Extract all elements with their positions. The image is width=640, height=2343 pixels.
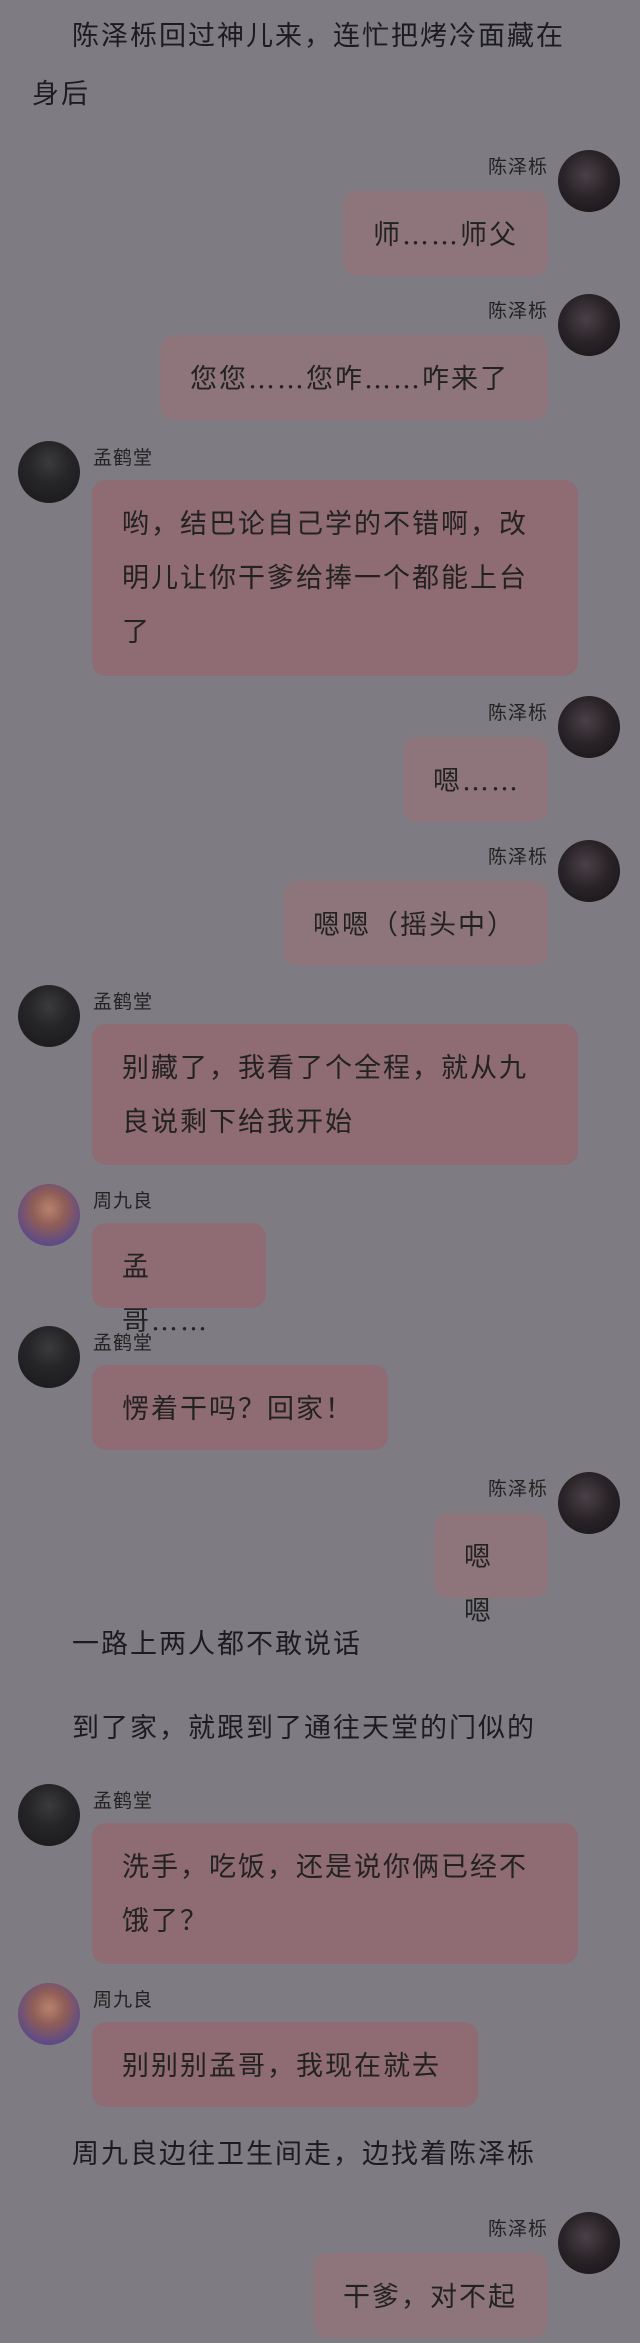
message-text: 愣着干吗？回家！ [122, 1394, 354, 1425]
message-text: 哟，结巴论自己学的不错啊，改 [122, 509, 528, 540]
avatar-chen[interactable] [558, 294, 620, 356]
avatar-zhou[interactable] [18, 1983, 80, 2045]
chat-bubble: 洗手，吃饭，还是说你俩已经不 饿了？ [92, 1823, 578, 1964]
narration-paragraph: 周九良边往卫生间走，边找着陈泽栎 [0, 2126, 640, 2184]
avatar-meng[interactable] [18, 1784, 80, 1846]
message-text: 别别别孟哥，我现在就去 [122, 2051, 441, 2082]
chat-bubble: 您您……您咋……咋来了 [160, 335, 548, 420]
message-text: 明儿让你干爹给捧一个都能上台 [122, 563, 528, 594]
chat-bubble: 师……师父 [343, 191, 548, 276]
avatar-meng[interactable] [18, 1326, 80, 1388]
narration-line: 一路上两人都不敢说话 [72, 1629, 362, 1660]
avatar-meng[interactable] [18, 985, 80, 1047]
narration-line: 周九良边往卫生间走，边找着陈泽栎 [72, 2139, 536, 2170]
sender-name: 陈泽栎 [487, 1478, 548, 1500]
sender-name: 孟鹤堂 [93, 1332, 154, 1354]
chat-bubble: 嗯嗯 [434, 1513, 548, 1627]
chat-bubble: 干爹，对不起 [313, 2253, 548, 2338]
avatar-zhou[interactable] [18, 1184, 80, 1246]
sender-name: 陈泽栎 [487, 156, 548, 178]
narration-line: 陈泽栎回过神儿来，连忙把烤冷面藏在 [72, 21, 565, 52]
message-text: 良说剩下给我开始 [122, 1107, 354, 1138]
narration-paragraph: 到了家，就跟到了通往天堂的门似的 [0, 1700, 640, 1758]
message-text: 干爹，对不起 [343, 2282, 517, 2313]
avatar-chen[interactable] [558, 1472, 620, 1534]
narration-paragraph: 陈泽栎回过神儿来，连忙把烤冷面藏在 身后 [0, 8, 640, 124]
message-text: 嗯嗯（摇头中） [313, 910, 516, 941]
chat-bubble: 愣着干吗？回家！ [92, 1365, 388, 1450]
chat-bubble: 孟哥…… [92, 1223, 266, 1337]
message-text: 您您……您咋……咋来了 [190, 364, 509, 395]
sender-name: 周九良 [93, 1989, 154, 2011]
avatar-chen[interactable] [558, 150, 620, 212]
narration-line: 身后 [32, 79, 90, 110]
narration-paragraph: 一路上两人都不敢说话 [0, 1616, 640, 1674]
message-text: 师……师父 [373, 220, 518, 251]
chat-bubble: 嗯嗯（摇头中） [283, 881, 548, 966]
message-text: 了 [122, 617, 151, 648]
avatar-meng[interactable] [18, 441, 80, 503]
message-text: 嗯…… [433, 766, 520, 797]
sender-name: 孟鹤堂 [93, 447, 154, 469]
avatar-chen[interactable] [558, 2212, 620, 2274]
avatar-chen[interactable] [558, 696, 620, 758]
message-text: 饿了？ [122, 1906, 209, 1937]
sender-name: 孟鹤堂 [93, 991, 154, 1013]
sender-name: 陈泽栎 [487, 2218, 548, 2240]
sender-name: 陈泽栎 [487, 300, 548, 322]
narration-line: 到了家，就跟到了通往天堂的门似的 [72, 1713, 536, 1744]
avatar-chen[interactable] [558, 840, 620, 902]
message-text: 别藏了，我看了个全程，就从九 [122, 1053, 528, 1084]
chat-bubble: 别藏了，我看了个全程，就从九 良说剩下给我开始 [92, 1024, 578, 1165]
chat-bubble: 别别别孟哥，我现在就去 [92, 2022, 478, 2107]
chat-bubble: 哟，结巴论自己学的不错啊，改 明儿让你干爹给捧一个都能上台 了 [92, 480, 578, 676]
sender-name: 孟鹤堂 [93, 1790, 154, 1812]
sender-name: 陈泽栎 [487, 846, 548, 868]
message-text: 洗手，吃饭，还是说你俩已经不 [122, 1852, 528, 1883]
chat-bubble: 嗯…… [403, 737, 548, 822]
sender-name: 陈泽栎 [487, 702, 548, 724]
sender-name: 周九良 [93, 1190, 154, 1212]
